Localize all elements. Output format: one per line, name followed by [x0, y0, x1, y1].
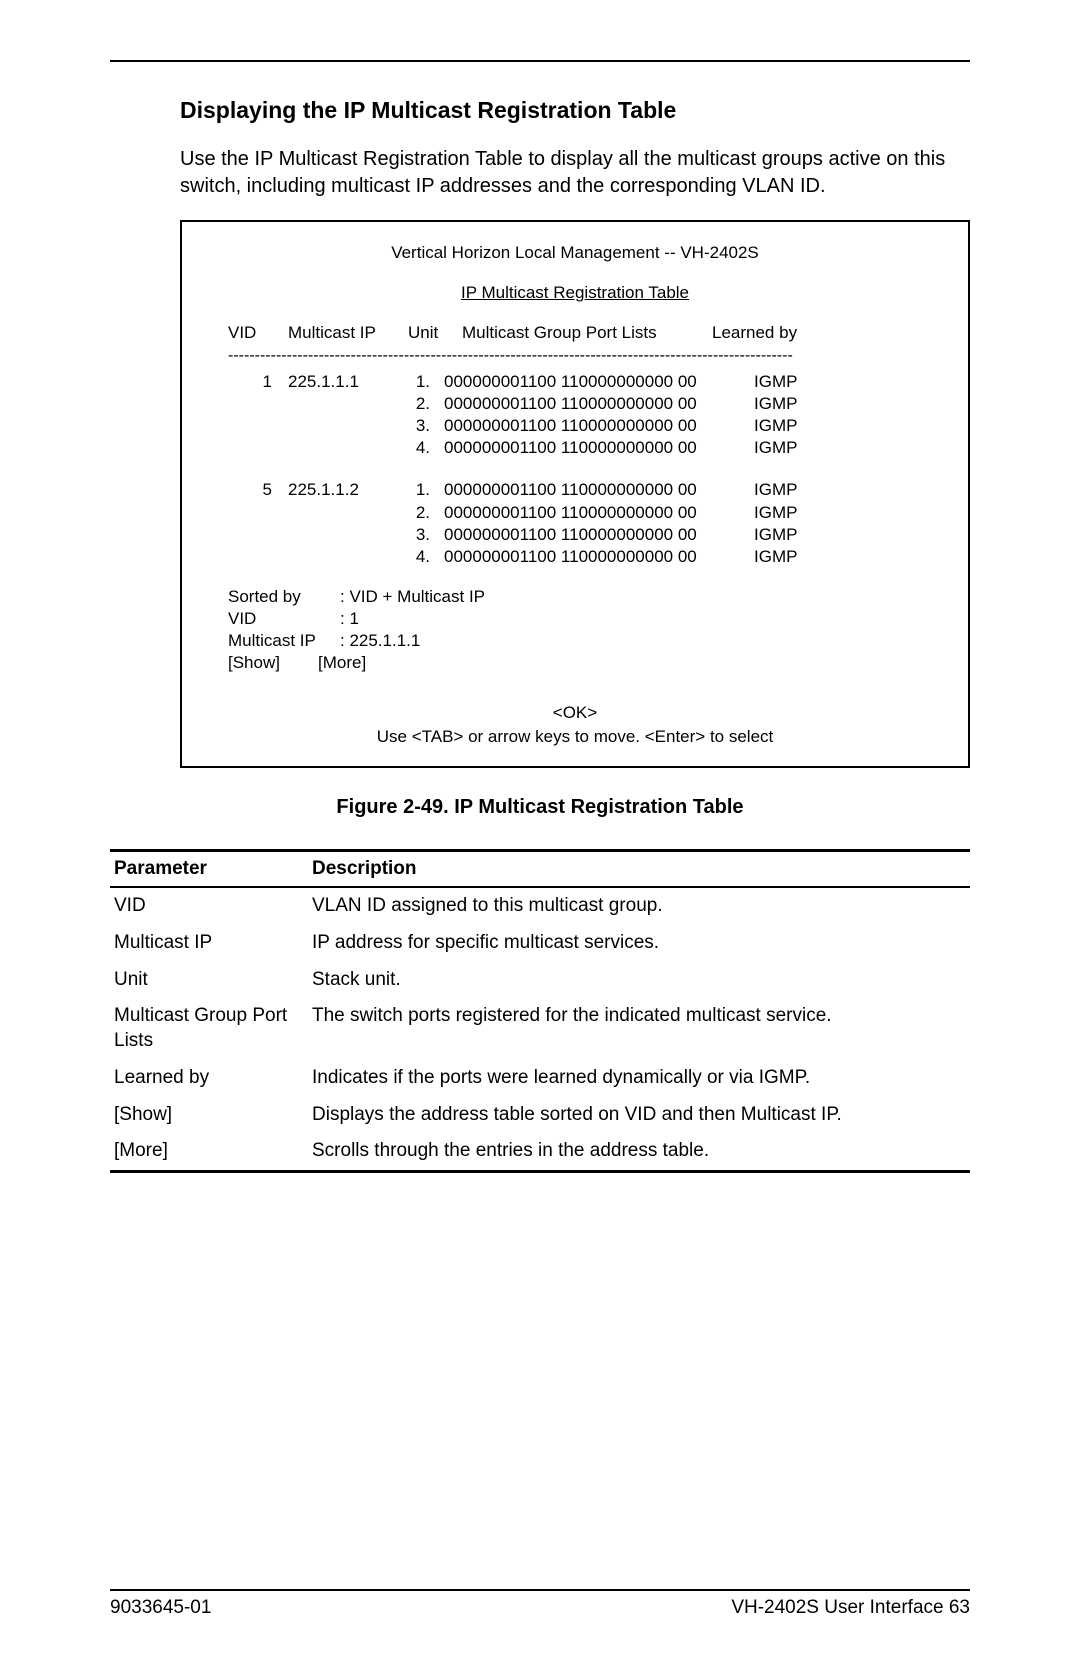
table-row: 2.000000001100 110000000000 00IGMP: [228, 393, 940, 415]
table-row: Multicast IPIP address for specific mult…: [110, 925, 970, 962]
param-header-desc: Description: [308, 851, 970, 888]
table-row: UnitStack unit.: [110, 962, 970, 999]
col-header-unit: Unit: [408, 322, 462, 344]
table-row: 3.000000001100 110000000000 00IGMP: [228, 524, 940, 546]
terminal-sorted-block: Sorted by : VID + Multicast IP VID : 1 M…: [210, 586, 940, 674]
show-action[interactable]: [Show]: [228, 652, 318, 674]
terminal-hint: Use <TAB> or arrow keys to move. <Enter>…: [210, 726, 940, 748]
table-row: 4.000000001100 110000000000 00IGMP: [228, 546, 940, 568]
terminal-screen: Vertical Horizon Local Management -- VH-…: [180, 220, 970, 768]
sorted-by-value: : VID + Multicast IP: [340, 586, 485, 608]
terminal-subtitle: IP Multicast Registration Table: [210, 282, 940, 304]
sorted-mip-label: Multicast IP: [228, 630, 340, 652]
table-row: 4.000000001100 110000000000 00IGMP: [228, 437, 940, 459]
table-row: Learned byIndicates if the ports were le…: [110, 1060, 970, 1097]
sorted-vid-value: : 1: [340, 608, 359, 630]
figure-caption: Figure 2-49. IP Multicast Registration T…: [110, 796, 970, 819]
table-row: 5225.1.1.21.000000001100 110000000000 00…: [228, 479, 940, 501]
table-row: 3.000000001100 110000000000 00IGMP: [228, 415, 940, 437]
terminal-title: Vertical Horizon Local Management -- VH-…: [210, 242, 940, 264]
page-footer: 9033645-01 VH-2402S User Interface 63: [110, 1589, 970, 1619]
sorted-by-label: Sorted by: [228, 586, 340, 608]
footer-page-ref: VH-2402S User Interface 63: [731, 1597, 970, 1619]
top-rule: [110, 60, 970, 62]
table-row: 1225.1.1.11.000000001100 110000000000 00…: [228, 371, 940, 393]
col-header-mip: Multicast IP: [288, 322, 408, 344]
table-row: 2.000000001100 110000000000 00IGMP: [228, 502, 940, 524]
col-header-vid: VID: [228, 322, 288, 344]
terminal-header-row: VID Multicast IP Unit Multicast Group Po…: [210, 322, 940, 344]
terminal-data: 1225.1.1.11.000000001100 110000000000 00…: [210, 371, 940, 568]
parameter-table: Parameter Description VIDVLAN ID assigne…: [110, 849, 970, 1173]
sorted-vid-label: VID: [228, 608, 340, 630]
sorted-mip-value: : 225.1.1.1: [340, 630, 420, 652]
col-header-learned: Learned by: [712, 322, 822, 344]
param-header-param: Parameter: [110, 851, 308, 888]
terminal-divider: ----------------------------------------…: [228, 346, 940, 367]
intro-paragraph: Use the IP Multicast Registration Table …: [180, 146, 970, 200]
footer-doc-number: 9033645-01: [110, 1597, 211, 1619]
table-row: VIDVLAN ID assigned to this multicast gr…: [110, 887, 970, 925]
table-row: Multicast Group Port ListsThe switch por…: [110, 998, 970, 1059]
bottom-rule: [110, 1589, 970, 1591]
ok-action[interactable]: <OK>: [210, 702, 940, 724]
more-action[interactable]: [More]: [318, 652, 366, 674]
col-header-ports: Multicast Group Port Lists: [462, 322, 712, 344]
table-row: [Show]Displays the address table sorted …: [110, 1097, 970, 1134]
table-row: [More]Scrolls through the entries in the…: [110, 1133, 970, 1171]
section-title: Displaying the IP Multicast Registration…: [180, 97, 970, 124]
